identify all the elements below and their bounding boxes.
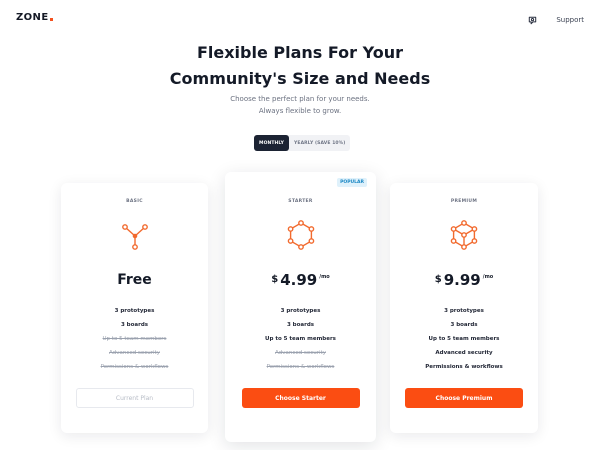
- feature-item-disabled: Permissions & workflows: [100, 364, 169, 370]
- page-title-line-1: Flexible Plans For Your: [196, 43, 404, 62]
- feature-item-disabled: Advanced security: [109, 350, 160, 356]
- feature-list: 3 prototypes 3 boards Up to 5 team membe…: [265, 304, 336, 374]
- feature-item: 3 boards: [286, 322, 315, 328]
- feature-item: Up to 5 team members: [265, 336, 336, 342]
- price-period: /mo: [482, 274, 494, 280]
- page-subtitle-line-2: Always flexible to grow.: [258, 107, 342, 115]
- billing-toggle: MONTHLY YEARLY (SAVE 10%): [254, 135, 351, 151]
- feature-item: 3 boards: [120, 322, 149, 328]
- choose-premium-button[interactable]: Choose Premium: [405, 388, 523, 408]
- plan-price: Free: [117, 270, 152, 290]
- page-subtitle: Choose the perfect plan for your needs. …: [0, 93, 600, 117]
- price-currency: $: [434, 274, 442, 285]
- cube-nodes-icon: [447, 218, 481, 252]
- feature-item: Advanced security: [435, 350, 493, 356]
- page-subtitle-line-1: Choose the perfect plan for your needs.: [230, 95, 370, 103]
- feature-item-disabled: Advanced security: [275, 350, 326, 356]
- feature-item: 3 prototypes: [444, 308, 484, 314]
- plan-name: STARTER: [288, 199, 313, 204]
- feature-item: 3 prototypes: [280, 308, 321, 314]
- triad-nodes-icon: [118, 218, 152, 252]
- plan-name: PREMIUM: [450, 199, 478, 204]
- choose-starter-button[interactable]: Choose Starter: [241, 388, 360, 408]
- feature-list: 3 prototypes 3 boards Up to 5 team membe…: [425, 304, 503, 374]
- hexagon-nodes-icon: [284, 218, 318, 252]
- plan-price: $ 4.99 /mo: [271, 270, 329, 290]
- plan-name: BASIC: [126, 199, 143, 204]
- current-plan-button[interactable]: Current Plan: [75, 388, 194, 408]
- price-amount: 9.99: [443, 271, 481, 289]
- feature-item-disabled: Up to 5 team members: [102, 336, 167, 342]
- price-free: Free: [117, 272, 152, 288]
- plan-card-starter: POPULAR STARTER $ 4.99 /mo 3 prototypes …: [225, 172, 376, 442]
- feature-item: Permissions & workflows: [425, 364, 503, 370]
- toggle-monthly[interactable]: MONTHLY: [254, 135, 290, 151]
- brand-dot: [49, 18, 53, 21]
- page-title: Flexible Plans For Your Community's Size…: [0, 40, 600, 92]
- feature-item: Up to 5 team members: [428, 336, 500, 342]
- chat-search-icon[interactable]: [524, 12, 540, 28]
- page-title-line-2: Community's Size and Needs: [169, 69, 431, 88]
- popular-badge: POPULAR: [337, 178, 367, 187]
- brand-name: ZONE: [16, 12, 49, 23]
- toggle-yearly[interactable]: YEARLY (SAVE 10%): [289, 135, 350, 151]
- price-currency: $: [271, 274, 279, 285]
- top-nav: Support: [524, 12, 584, 28]
- feature-item-disabled: Permissions & workflows: [266, 364, 335, 370]
- feature-item: 3 prototypes: [114, 308, 155, 314]
- plan-card-basic: BASIC Free 3 prototypes 3 boards Up to 5…: [61, 183, 208, 433]
- plan-price: $ 9.99 /mo: [435, 270, 493, 290]
- brand-logo[interactable]: ZONE: [16, 12, 53, 23]
- plan-card-premium: PREMIUM $ 9.99 /mo 3 prototypes 3 boards…: [390, 183, 538, 433]
- price-amount: 4.99: [280, 271, 318, 289]
- feature-list: 3 prototypes 3 boards Up to 5 team membe…: [101, 304, 169, 374]
- feature-item: 3 boards: [450, 322, 478, 328]
- price-period: /mo: [319, 274, 330, 280]
- support-link[interactable]: Support: [556, 16, 584, 24]
